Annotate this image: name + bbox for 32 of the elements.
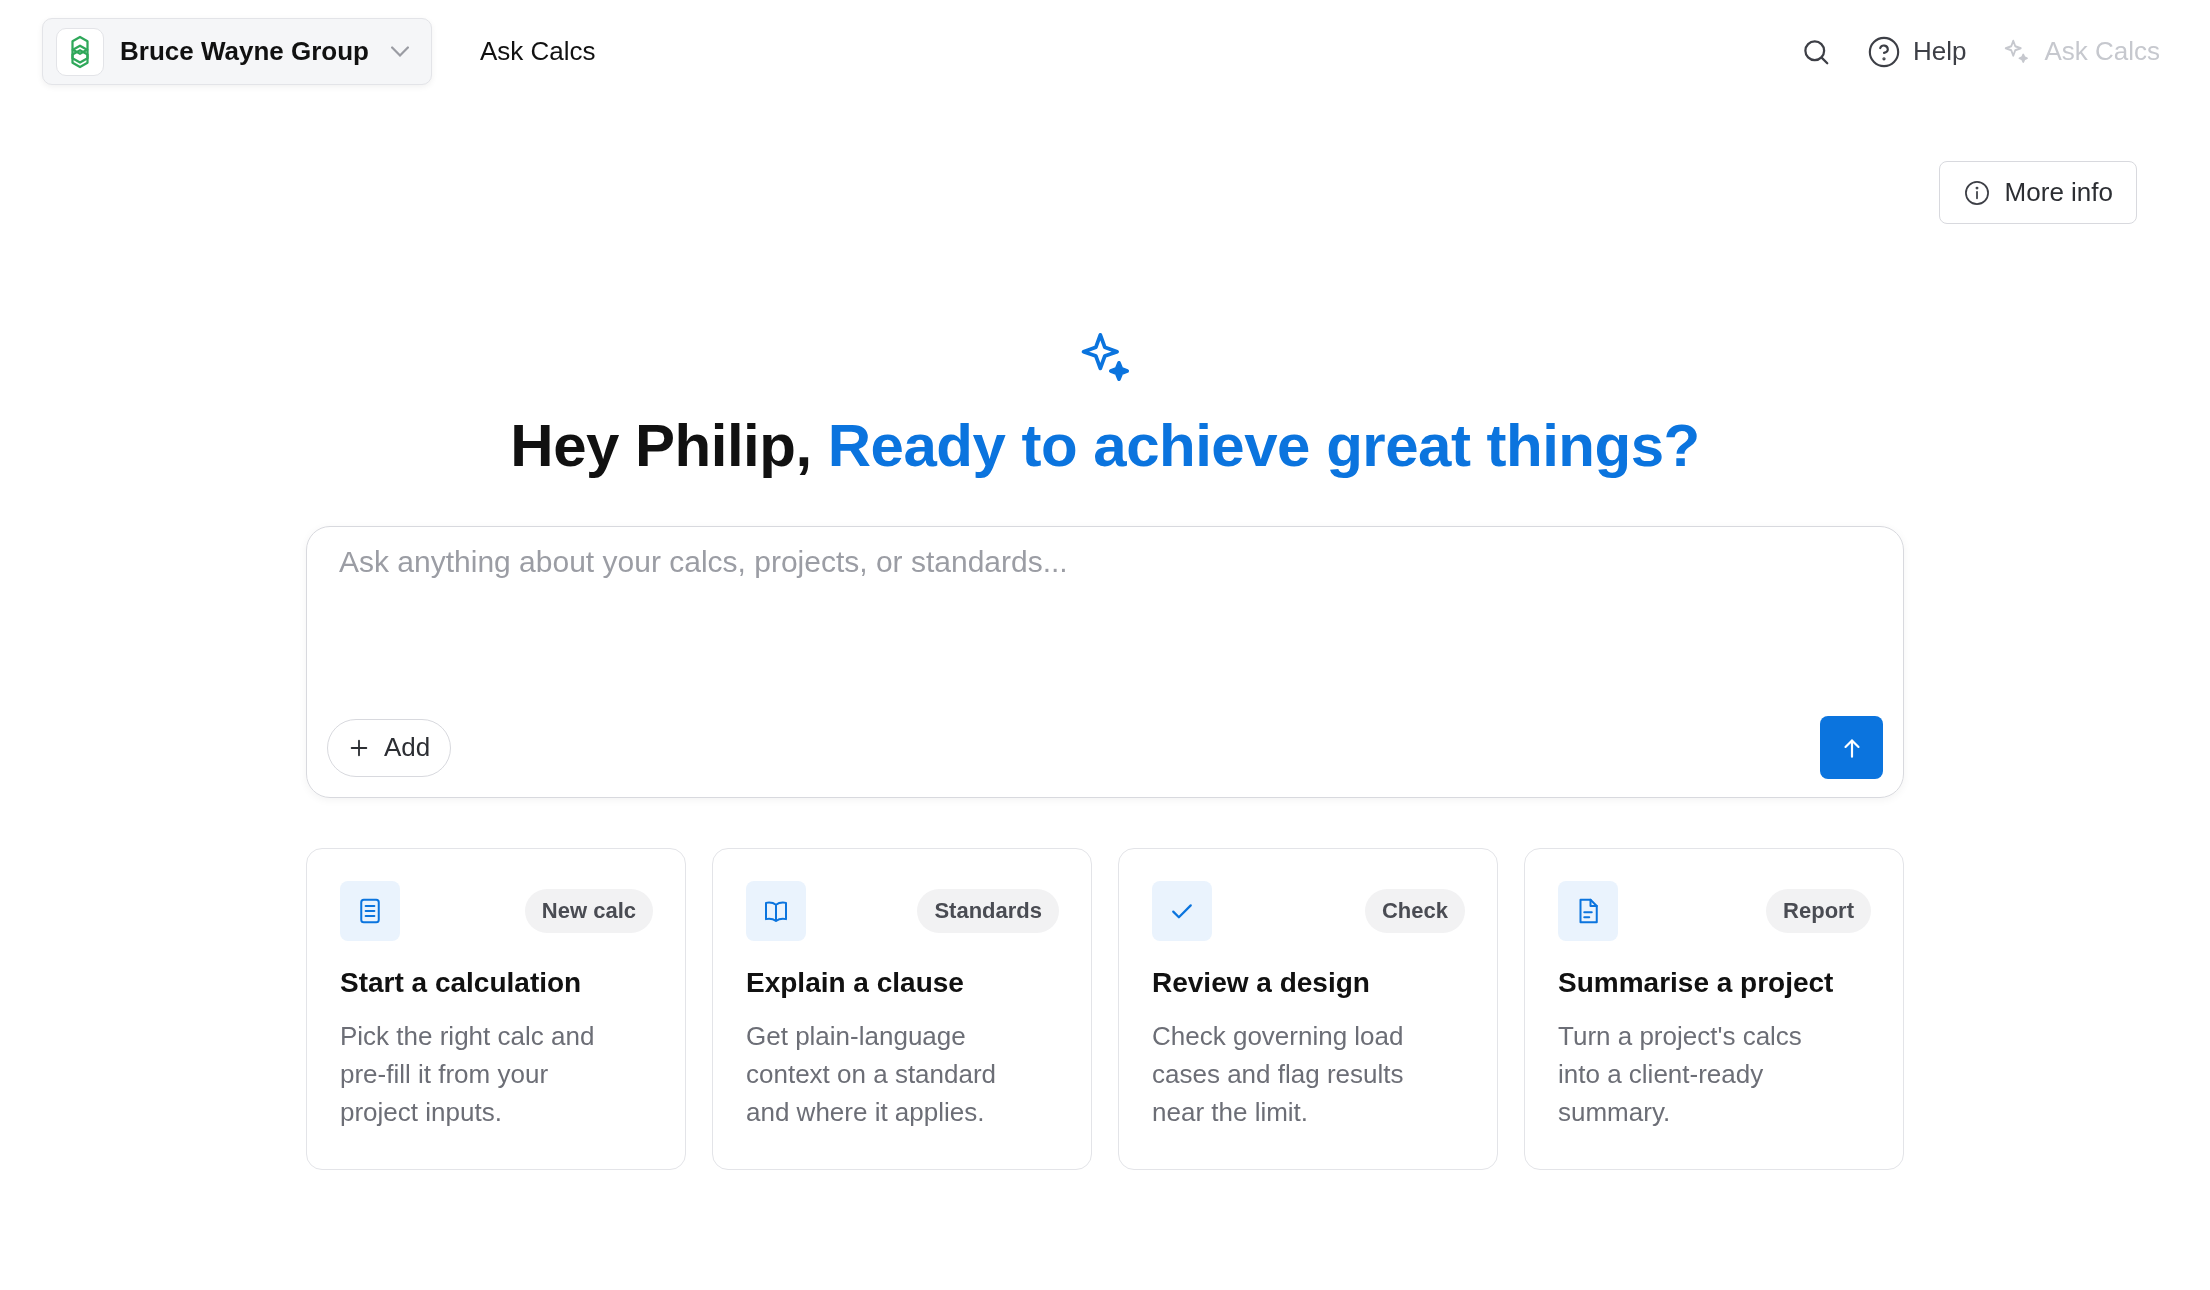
book-icon [746, 881, 806, 941]
help-button[interactable]: Help [1866, 34, 1967, 69]
suggestion-card[interactable]: New calc Start a calculation Pick the right calc and pre-fill it from your project inputs. [306, 848, 686, 1170]
help-icon [1866, 34, 1901, 69]
category-tag: Report [1766, 889, 1871, 933]
calculator-sheet-icon [340, 881, 400, 941]
card-title: Explain a clause [746, 967, 965, 999]
info-icon [1962, 178, 1991, 207]
card-description: Check governing load cases and flag results near the limit. [1152, 1020, 1405, 1129]
card-description: Turn a project's calcs into a client-ready summary. [1558, 1020, 1803, 1129]
prompt-field[interactable]: Ask anything about your calcs, projects, or standards... Add [306, 526, 1904, 798]
suggestion-card[interactable]: Check Review a design Check governing load cases and flag results near the limit. [1118, 848, 1498, 1170]
suggestion-card[interactable]: Standards Explain a clause Get plain-language context on a standard and where it applies. [712, 848, 1092, 1170]
category-tag: Check [1364, 889, 1465, 933]
card-title: Review a design [1152, 967, 1371, 999]
send-button[interactable] [1820, 716, 1883, 779]
greeting-heading: Hey Philip, Ready to achieve great things? [510, 411, 1700, 480]
category-tag: New calc [524, 889, 653, 933]
card-title: Summarise a project [1558, 967, 1835, 999]
nav-link[interactable]: Ask Calcs [480, 36, 596, 67]
card-description: Get plain-language context on a standard and where it applies. [746, 1020, 998, 1129]
card-description: Pick the right calc and pre-fill it from your project inputs. [340, 1020, 596, 1129]
more-info-button[interactable]: More info [1938, 161, 2137, 224]
suggestion-card[interactable]: Report Summarise a project Turn a project's calcs into a client-ready summary. [1524, 848, 1904, 1170]
chevron-down-icon [391, 46, 409, 57]
card-title: Start a calculation [340, 967, 583, 999]
add-button[interactable]: Add [327, 718, 452, 777]
category-tag: Standards [917, 889, 1059, 933]
document-icon [1558, 881, 1618, 941]
checkmark-icon [1152, 881, 1212, 941]
workspace-switcher[interactable]: Bruce Wayne Group [42, 18, 432, 85]
hexagon-logo-icon [56, 27, 104, 76]
